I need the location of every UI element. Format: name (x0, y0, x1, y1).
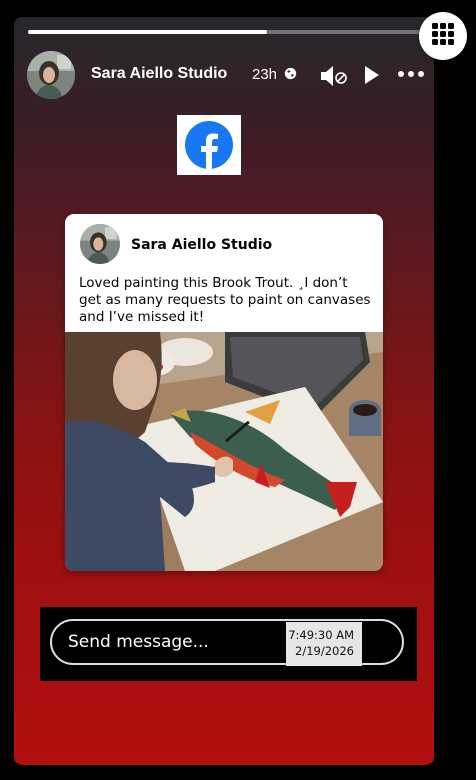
story-header: Sara Aiello Studio 23h (27, 51, 425, 101)
post-author-name[interactable]: Sara Aiello Studio (131, 237, 272, 253)
grid-icon (432, 22, 454, 50)
facebook-logo (177, 115, 241, 175)
story-author-name[interactable]: Sara Aiello Studio (91, 65, 227, 83)
story-progress-bar (28, 30, 420, 34)
more-icon[interactable] (397, 63, 425, 90)
post-photo[interactable] (65, 332, 383, 571)
reply-bar: 7:49:30 AM 2/19/2026 (40, 607, 417, 681)
clock-date: 2/19/2026 (295, 644, 354, 658)
shared-post-card[interactable]: Sara Aiello Studio Loved painting this B… (65, 214, 383, 571)
app-menu-button[interactable] (419, 12, 467, 60)
clock-time: 7:49:30 AM (288, 628, 354, 642)
post-author-avatar[interactable] (80, 224, 120, 264)
system-clock: 7:49:30 AM 2/19/2026 (286, 622, 362, 666)
globe-icon (284, 67, 297, 85)
play-icon[interactable] (363, 64, 381, 91)
story-progress-fill (28, 30, 268, 34)
story-time: 23h (252, 66, 278, 83)
mute-icon[interactable] (319, 63, 349, 94)
post-text: Loved painting this Brook Trout. ¸I don’… (79, 275, 371, 325)
author-avatar[interactable] (27, 51, 75, 99)
